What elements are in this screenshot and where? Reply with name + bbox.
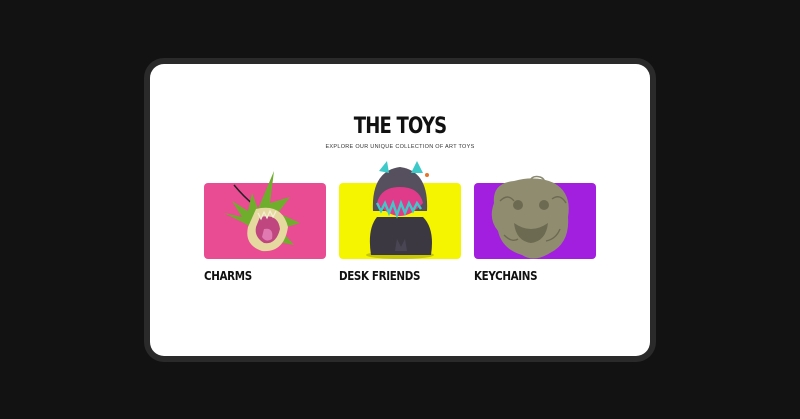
keychains-card[interactable] [474,175,596,259]
desk-friends-card[interactable] [339,161,461,259]
section-title: THE TOYS [353,114,447,139]
section-subtitle: EXPLORE OUR UNIQUE COLLECTION OF ART TOY… [325,144,475,150]
charms-label[interactable]: CHARMS [204,269,252,283]
keychains-label[interactable]: KEYCHAINS [474,269,538,283]
purple-monster-figure-icon [366,161,434,259]
charms-card[interactable] [204,171,326,259]
stone-lion-keychain-icon [491,175,569,259]
plant-monster-charm-icon [224,171,300,252]
screen: THE TOYS EXPLORE OUR UNIQUE COLLECTION O… [150,64,650,356]
desk-friends-label[interactable]: DESK FRIENDS [339,269,420,283]
